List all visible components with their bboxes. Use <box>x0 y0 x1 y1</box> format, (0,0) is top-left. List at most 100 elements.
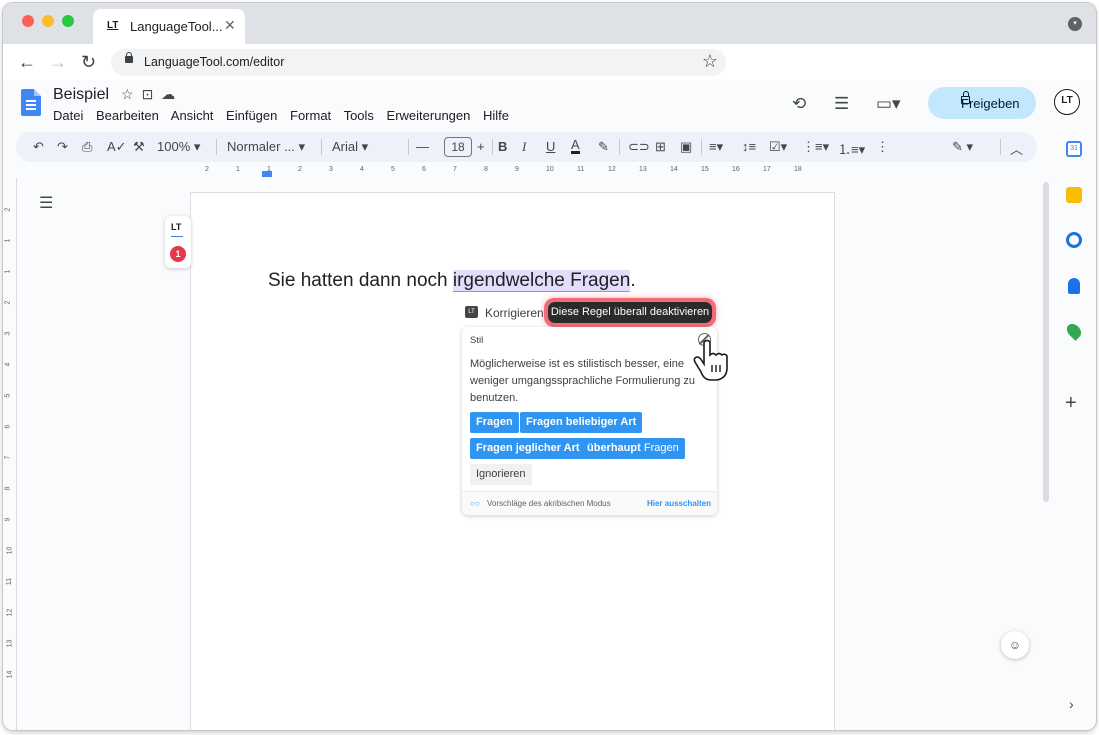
ruler-tick-label: 1 <box>267 166 271 173</box>
browser-tab[interactable]: LT LanguageTool... ✕ <box>93 9 245 44</box>
style-select[interactable]: Normaler ... ▾ <box>227 139 305 155</box>
redo-icon[interactable]: ↷ <box>57 139 68 155</box>
underline-icon[interactable]: U <box>546 139 555 154</box>
star-icon[interactable]: ☆ <box>121 86 142 102</box>
chevron-right-icon[interactable]: › <box>1069 696 1074 712</box>
close-window-button[interactable] <box>22 15 34 27</box>
korrigieren-label[interactable]: Korrigieren <box>485 306 544 320</box>
keep-icon[interactable] <box>1066 187 1082 203</box>
spellcheck-icon[interactable]: A✓ <box>107 139 127 155</box>
languagetool-logo-icon: LT <box>465 306 478 318</box>
vertical-scrollbar[interactable] <box>1043 182 1049 502</box>
comments-icon[interactable]: ☰ <box>834 94 849 114</box>
text-color-icon[interactable]: A <box>571 138 580 154</box>
ruler-tick-label: 14 <box>6 670 14 679</box>
ruler-tick-label: 3 <box>329 166 333 173</box>
disable-picky-link[interactable]: Hier ausschalten <box>647 499 711 508</box>
add-addon-icon[interactable]: + <box>1065 392 1077 415</box>
text-after: . <box>630 270 636 291</box>
bulleted-list-icon[interactable]: ⋮≡▾ <box>802 139 829 155</box>
menu-bearbeiten[interactable]: Bearbeiten <box>96 108 159 123</box>
more-options-icon[interactable]: ⋮ <box>876 139 889 155</box>
maps-icon[interactable] <box>1064 321 1084 341</box>
minimize-window-button[interactable] <box>42 15 54 27</box>
cloud-status-icon: ☁ <box>161 86 184 102</box>
vertical-ruler[interactable]: 2 1 1 2 3 4 5 6 7 8 9 10 11 12 13 14 <box>3 178 17 730</box>
calendar-icon[interactable]: 31 <box>1066 141 1082 157</box>
right-side-panel: 31 + › <box>1043 130 1096 730</box>
rule-category: Stil <box>470 335 484 346</box>
menu-tools[interactable]: Tools <box>344 108 374 123</box>
menu-einfuegen[interactable]: Einfügen <box>226 108 277 123</box>
meet-camera-icon[interactable]: ▭▾ <box>876 94 901 114</box>
document-canvas: 2 1 1 2 3 4 5 6 7 8 9 10 11 12 13 14 ☰ LT 1 Sie hatten … <box>3 178 1043 730</box>
languagetool-avatar[interactable]: LT <box>1054 89 1080 115</box>
font-size-increase-icon[interactable]: + <box>477 139 485 154</box>
font-size-decrease-icon[interactable]: — <box>416 139 429 154</box>
languagetool-badge[interactable]: LT 1 <box>165 216 191 268</box>
suggestion-button[interactable]: Fragen jeglicher Art <box>470 438 586 459</box>
bookmark-star-icon[interactable]: ☆ <box>702 51 718 72</box>
ruler-tick-label: 2 <box>298 166 302 173</box>
font-select[interactable]: Arial ▾ <box>332 139 368 155</box>
menu-hilfe[interactable]: Hilfe <box>483 108 509 123</box>
history-icon[interactable]: ⟲ <box>792 94 806 114</box>
menu-erweiterungen[interactable]: Erweiterungen <box>387 108 471 123</box>
popup-card: Stil Möglicherweise ist es stilistisch b… <box>462 327 717 515</box>
menu-format[interactable]: Format <box>290 108 331 123</box>
menu-ansicht[interactable]: Ansicht <box>171 108 214 123</box>
reload-icon[interactable]: ↻ <box>81 52 96 73</box>
ruler-tick-label: 1 <box>4 269 12 274</box>
share-button[interactable]: Freigeben <box>928 87 1036 119</box>
document-paragraph[interactable]: Sie hatten dann noch irgendwelche Fragen… <box>268 270 636 292</box>
highlighted-error[interactable]: irgendwelche Fragen <box>452 270 631 292</box>
forward-arrow-icon[interactable]: → <box>49 52 67 73</box>
line-spacing-icon[interactable]: ↕≡ <box>742 139 756 154</box>
chevron-down-icon[interactable]: ▾ <box>1068 17 1082 31</box>
document-title[interactable]: Beispiel <box>53 86 109 104</box>
paint-format-icon[interactable]: ⚒ <box>133 139 145 155</box>
ruler-tick-label: 14 <box>670 166 678 173</box>
italic-icon[interactable]: I <box>522 139 526 155</box>
numbered-list-icon[interactable]: ⒈≡▾ <box>838 139 865 158</box>
tasks-icon[interactable] <box>1066 232 1082 248</box>
add-comment-icon[interactable]: ⊞ <box>655 139 666 155</box>
share-label: Freigeben <box>961 96 1020 111</box>
ruler-tick-label: 3 <box>4 331 12 336</box>
maximize-window-button[interactable] <box>62 15 74 27</box>
ruler-tick-label: 9 <box>515 166 519 173</box>
zoom-select[interactable]: 100% ▾ <box>157 139 200 155</box>
print-icon[interactable]: ⎙ <box>82 139 92 155</box>
contacts-icon[interactable] <box>1068 278 1080 294</box>
ruler-tick-label: 10 <box>6 546 14 555</box>
omnibox[interactable]: LanguageTool.com/editor ☆ <box>111 49 726 76</box>
suggestion-button[interactable]: überhaupt Fragen <box>581 438 685 459</box>
font-size-input[interactable]: 18 <box>444 137 472 157</box>
popup-footer: ○○ Vorschläge des akribischen Modus Hier… <box>462 491 717 515</box>
align-icon[interactable]: ≡▾ <box>709 139 723 155</box>
highlight-color-icon[interactable]: ✎ <box>598 139 609 155</box>
assistant-icon[interactable]: ☺ <box>1001 631 1029 659</box>
collapse-toolbar-icon[interactable]: ︿ <box>1010 139 1023 158</box>
docs-logo-icon[interactable] <box>21 89 41 116</box>
editing-mode-icon[interactable]: ✎ ▾ <box>952 139 973 155</box>
suggestion-button[interactable]: Fragen <box>470 412 519 433</box>
ruler-tick-label: 7 <box>4 455 12 460</box>
link-icon[interactable]: ⊂⊃ <box>628 139 650 155</box>
docs-toolbar: ↶ ↷ ⎙ A✓ ⚒ 100% ▾ Normaler ... ▾ Arial ▾… <box>16 132 1037 162</box>
back-arrow-icon[interactable]: ← <box>18 52 36 73</box>
document-outline-icon[interactable]: ☰ <box>39 193 53 213</box>
insert-image-icon[interactable]: ▣ <box>680 139 692 155</box>
horizontal-ruler[interactable]: 2 1 1 2 3 4 5 6 7 8 9 10 11 12 13 14 15 16 17 18 <box>188 166 838 178</box>
suggestion-button[interactable]: Fragen beliebiger Art <box>520 412 643 433</box>
ignore-button[interactable]: Ignorieren <box>470 464 532 485</box>
close-icon[interactable]: ✕ <box>224 17 236 34</box>
bold-icon[interactable]: B <box>498 139 507 154</box>
checklist-icon[interactable]: ☑▾ <box>769 139 787 155</box>
rule-message: Möglicherweise ist es stilistisch besser… <box>470 358 696 404</box>
move-folder-icon[interactable]: ⊡ <box>142 86 162 102</box>
undo-icon[interactable]: ↶ <box>33 139 44 155</box>
title-icons[interactable]: ☆⊡☁ <box>121 86 183 103</box>
error-count-badge: 1 <box>170 246 186 262</box>
menu-datei[interactable]: Datei <box>53 108 83 123</box>
